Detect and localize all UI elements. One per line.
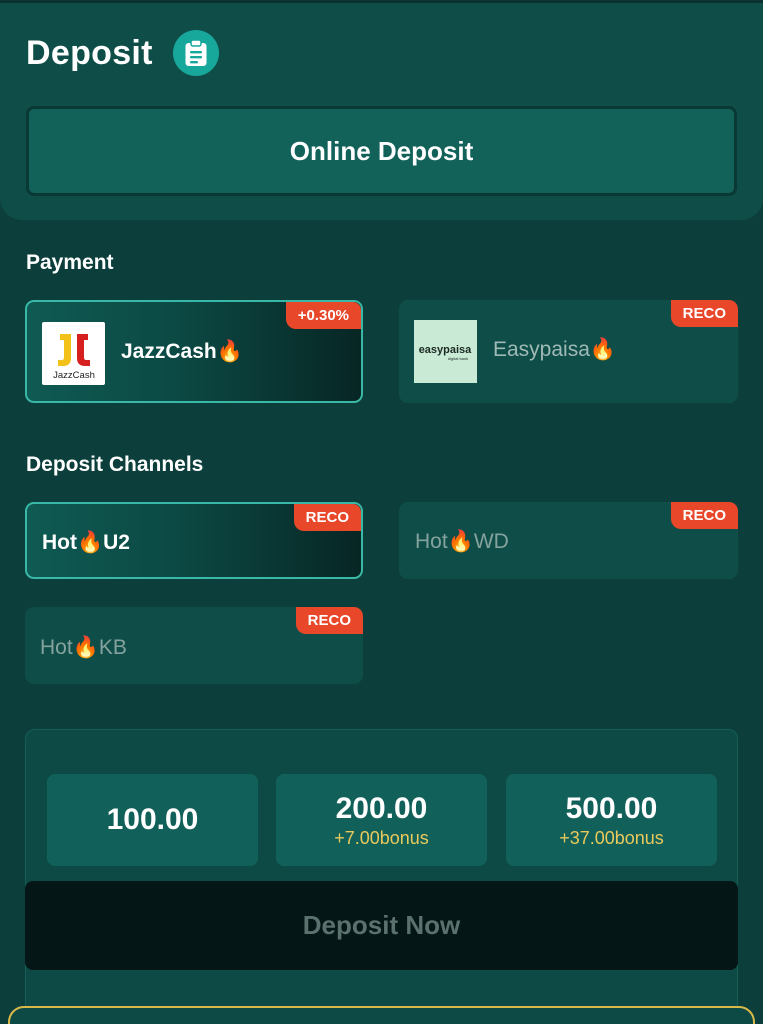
channel-name: Hot🔥KB xyxy=(40,636,127,659)
bonus-badge: +0.30% xyxy=(285,302,361,329)
deposit-channels-label: Deposit Channels xyxy=(26,453,204,476)
channel-hot-wd[interactable]: Hot🔥WD RECO xyxy=(399,502,738,579)
easypaisa-logo-subtext: digital bank xyxy=(448,356,468,361)
amount-value: 100.00 xyxy=(106,803,199,836)
channel-hot-u2[interactable]: Hot🔥U2 RECO xyxy=(25,502,363,579)
deposit-now-button[interactable]: Deposit Now xyxy=(25,881,738,970)
reco-badge: RECO xyxy=(670,502,738,529)
payment-method-name: JazzCash🔥 xyxy=(121,340,243,363)
jazzcash-logo-text: JazzCash xyxy=(53,370,95,381)
amount-bonus: +7.00bonus xyxy=(334,827,429,848)
title-row: Deposit xyxy=(26,30,219,76)
payment-section-label: Payment xyxy=(26,251,114,274)
amount-value: 500.00 xyxy=(565,791,658,825)
clipboard-icon[interactable] xyxy=(172,30,219,76)
payment-method-name: Easypaisa🔥 xyxy=(493,338,617,361)
amount-option-500[interactable]: 500.00 +37.00bonus xyxy=(506,774,717,866)
amount-value: 200.00 xyxy=(335,791,428,825)
easypaisa-logo-text: easypaisa xyxy=(419,344,472,356)
reco-badge: RECO xyxy=(295,607,363,634)
page-title: Deposit xyxy=(26,33,153,72)
amount-option-200[interactable]: 200.00 +7.00bonus xyxy=(276,774,487,866)
payment-method-jazzcash[interactable]: JazzCash JazzCash🔥 +0.30% xyxy=(25,300,363,403)
online-deposit-tab[interactable]: Online Deposit xyxy=(26,106,737,196)
easypaisa-logo: easypaisa digital bank xyxy=(414,320,477,383)
channel-name: Hot🔥U2 xyxy=(42,531,130,554)
channel-name: Hot🔥WD xyxy=(415,530,509,553)
reco-badge: RECO xyxy=(293,504,361,531)
jazzcash-logo: JazzCash xyxy=(42,322,105,385)
bottom-bar xyxy=(8,1006,755,1024)
amount-option-100[interactable]: 100.00 xyxy=(47,774,258,866)
payment-method-easypaisa[interactable]: easypaisa digital bank Easypaisa🔥 RECO xyxy=(399,300,738,403)
channel-hot-kb[interactable]: Hot🔥KB RECO xyxy=(25,607,363,684)
amount-bonus: +37.00bonus xyxy=(559,827,664,848)
reco-badge: RECO xyxy=(670,300,738,327)
